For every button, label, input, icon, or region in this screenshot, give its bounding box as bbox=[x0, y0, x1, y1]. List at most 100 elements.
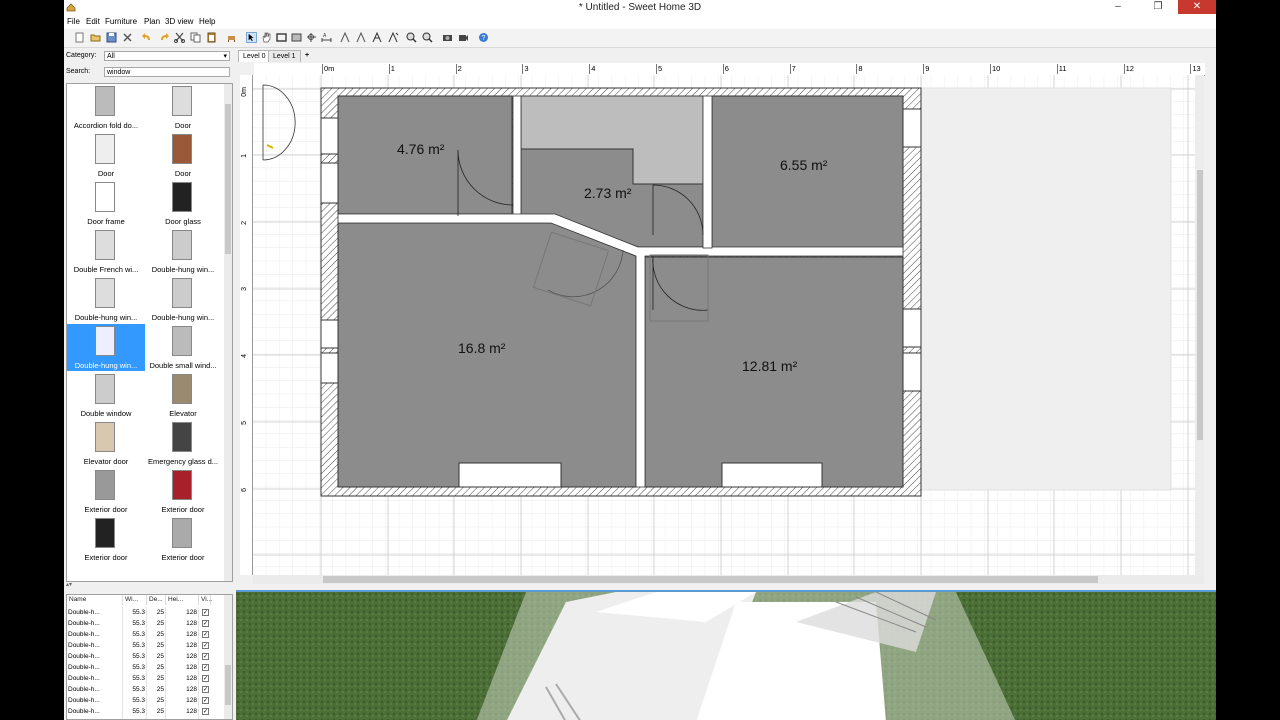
catalog-item[interactable]: Exterior door bbox=[144, 468, 222, 515]
add-level-button[interactable]: + bbox=[301, 50, 313, 61]
search-input[interactable]: window bbox=[104, 67, 230, 77]
table-header[interactable]: Wi... bbox=[123, 595, 147, 605]
maximize-button[interactable]: ❐ bbox=[1140, 0, 1176, 14]
modify-text-icon[interactable] bbox=[388, 32, 399, 43]
close-button[interactable]: ✕ bbox=[1178, 0, 1216, 14]
3d-view[interactable] bbox=[236, 590, 1216, 720]
table-row[interactable]: Double-h...55.325128✓ bbox=[67, 640, 223, 651]
visible-checkbox[interactable]: ✓ bbox=[202, 609, 209, 616]
catalog-item[interactable]: Double small wind... bbox=[144, 324, 222, 371]
scroll-thumb[interactable] bbox=[323, 576, 1098, 583]
visible-checkbox[interactable]: ✓ bbox=[202, 653, 209, 660]
visible-checkbox[interactable]: ✓ bbox=[202, 675, 209, 682]
table-header[interactable]: Vi... bbox=[199, 595, 212, 605]
table-row[interactable]: Double-h...55.325128✓ bbox=[67, 706, 223, 717]
table-header[interactable]: Name bbox=[67, 595, 123, 605]
catalog-item[interactable]: Exterior door bbox=[67, 516, 145, 563]
redo-icon[interactable] bbox=[158, 32, 169, 43]
visible-checkbox[interactable]: ✓ bbox=[202, 631, 209, 638]
ruler-tick-label: 0m bbox=[241, 87, 248, 97]
minimize-button[interactable]: – bbox=[1100, 0, 1136, 14]
menu-edit[interactable]: Edit bbox=[86, 17, 100, 26]
paste-icon[interactable] bbox=[206, 32, 217, 43]
catalog-item[interactable]: Door glass bbox=[144, 180, 222, 227]
level-tabs: Level 0 Level 1 + bbox=[236, 48, 1216, 62]
catalog-item[interactable]: Door bbox=[144, 84, 222, 131]
plan-canvas[interactable]: 4.76 m² 2.73 m² 6.55 m² 16.8 m² 12.81 m² bbox=[253, 75, 1204, 575]
scroll-thumb[interactable] bbox=[1197, 170, 1203, 440]
menu-3d-view[interactable]: 3D view bbox=[165, 17, 193, 26]
zoom-out-icon[interactable] bbox=[422, 32, 433, 43]
catalog-item[interactable]: Emergency glass d... bbox=[144, 420, 222, 467]
catalog-scrollbar[interactable] bbox=[224, 84, 232, 581]
visible-checkbox[interactable]: ✓ bbox=[202, 642, 209, 649]
table-row[interactable]: Double-h...55.325128✓ bbox=[67, 673, 223, 684]
add-furniture-icon[interactable] bbox=[226, 32, 237, 43]
text-style-icon[interactable] bbox=[372, 32, 383, 43]
copy-icon[interactable] bbox=[190, 32, 201, 43]
catalog-item[interactable]: Double-hung win... bbox=[67, 324, 145, 371]
catalog-item[interactable]: Accordion fold do... bbox=[67, 84, 145, 131]
table-row[interactable]: Double-h...55.325128✓ bbox=[67, 662, 223, 673]
plan-vertical-scrollbar[interactable] bbox=[1195, 75, 1204, 575]
catalog-item[interactable]: Door frame bbox=[67, 180, 145, 227]
plan-horizontal-scrollbar[interactable] bbox=[253, 575, 1204, 584]
select-mode-icon[interactable] bbox=[246, 32, 257, 43]
table-scrollbar[interactable] bbox=[224, 595, 232, 719]
zoom-in-icon[interactable] bbox=[406, 32, 417, 43]
catalog-item[interactable]: Exterior door bbox=[67, 468, 145, 515]
add-text-icon[interactable] bbox=[340, 32, 351, 43]
create-polylines-icon[interactable] bbox=[306, 32, 317, 43]
table-row[interactable]: Double-h...55.325128✓ bbox=[67, 695, 223, 706]
table-row[interactable]: Double-h...55.325128✓ bbox=[67, 607, 223, 618]
create-video-icon[interactable] bbox=[458, 32, 469, 43]
tab-level-1[interactable]: Level 1 bbox=[268, 50, 301, 62]
table-row[interactable]: Double-h...55.325128✓ bbox=[67, 618, 223, 629]
menu-file[interactable]: File bbox=[67, 17, 80, 26]
preferences-icon[interactable] bbox=[122, 32, 133, 43]
table-row[interactable]: Double-h...55.325128✓ bbox=[67, 651, 223, 662]
table-header[interactable]: Hei... bbox=[166, 595, 199, 605]
catalog-item[interactable]: Double window bbox=[67, 372, 145, 419]
visible-checkbox[interactable]: ✓ bbox=[202, 697, 209, 704]
table-cell-height: 128 bbox=[166, 662, 199, 673]
save-icon[interactable] bbox=[106, 32, 117, 43]
menu-plan[interactable]: Plan bbox=[144, 17, 160, 26]
tab-level-0[interactable]: Level 0 bbox=[238, 50, 271, 62]
visible-checkbox[interactable]: ✓ bbox=[202, 686, 209, 693]
help-icon[interactable]: ? bbox=[478, 32, 489, 43]
catalog-item[interactable]: Elevator bbox=[144, 372, 222, 419]
new-home-icon[interactable] bbox=[74, 32, 85, 43]
table-cell-depth: 25 bbox=[147, 618, 166, 629]
catalog-item[interactable]: Door bbox=[67, 132, 145, 179]
scroll-thumb[interactable] bbox=[225, 104, 231, 254]
visible-checkbox[interactable]: ✓ bbox=[202, 664, 209, 671]
open-icon[interactable] bbox=[90, 32, 101, 43]
catalog-item[interactable]: Double French wi... bbox=[67, 228, 145, 275]
table-header[interactable]: De... bbox=[147, 595, 166, 605]
catalog-item[interactable]: Door bbox=[144, 132, 222, 179]
catalog-item[interactable]: Double-hung win... bbox=[144, 228, 222, 275]
pan-mode-icon[interactable] bbox=[261, 32, 272, 43]
category-select[interactable]: All ▾ bbox=[104, 51, 230, 61]
table-row[interactable]: Double-h...55.325128✓ bbox=[67, 629, 223, 640]
menu-help[interactable]: Help bbox=[199, 17, 215, 26]
scroll-thumb[interactable] bbox=[225, 665, 231, 705]
menu-furniture[interactable]: Furniture bbox=[105, 17, 137, 26]
cut-icon[interactable] bbox=[174, 32, 185, 43]
visible-checkbox[interactable]: ✓ bbox=[202, 620, 209, 627]
plan-drawing bbox=[253, 75, 1204, 575]
split-handle[interactable]: ▴▾ bbox=[66, 581, 231, 589]
catalog-item[interactable]: Double-hung win... bbox=[67, 276, 145, 323]
create-dimensions-icon[interactable]: A bbox=[321, 32, 332, 43]
undo-icon[interactable] bbox=[142, 32, 153, 43]
catalog-item[interactable]: Elevator door bbox=[67, 420, 145, 467]
create-photo-icon[interactable] bbox=[442, 32, 453, 43]
create-rooms-icon[interactable] bbox=[291, 32, 302, 43]
visible-checkbox[interactable]: ✓ bbox=[202, 708, 209, 715]
create-walls-icon[interactable] bbox=[276, 32, 287, 43]
rotate-icon[interactable] bbox=[356, 32, 367, 43]
catalog-item[interactable]: Double-hung win... bbox=[144, 276, 222, 323]
catalog-item[interactable]: Exterior door bbox=[144, 516, 222, 563]
table-row[interactable]: Double-h...55.325128✓ bbox=[67, 684, 223, 695]
